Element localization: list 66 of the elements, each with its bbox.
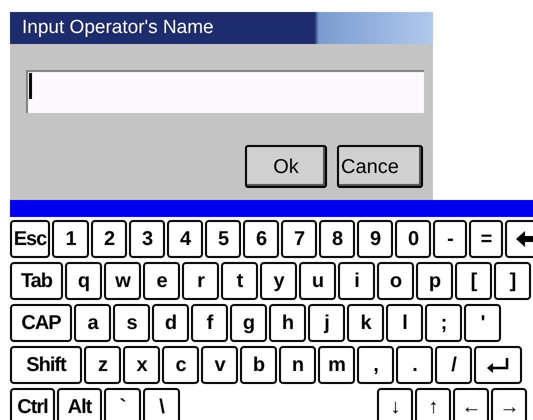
text-cursor: [29, 73, 32, 99]
keyboard-key[interactable]: j: [308, 304, 345, 342]
keyboard-key[interactable]: y: [260, 262, 297, 300]
keyboard-key[interactable]: i: [338, 262, 375, 300]
keyboard-key[interactable]: Tab: [10, 262, 63, 300]
keyboard-key[interactable]: 7: [281, 220, 317, 258]
keyboard-key[interactable]: e: [143, 262, 180, 300]
keyboard-key[interactable]: ;: [425, 304, 462, 342]
name-field[interactable]: [26, 70, 424, 113]
keyboard-key[interactable]: 4: [167, 220, 203, 258]
keyboard-key[interactable]: h: [269, 304, 306, 342]
keyboard-key[interactable]: o: [377, 262, 414, 300]
keyboard-key[interactable]: Esc: [10, 220, 50, 258]
keyboard-key[interactable]: w: [104, 262, 141, 300]
keyboard-key[interactable]: ,: [357, 346, 394, 384]
keyboard-key[interactable]: s: [113, 304, 150, 342]
ok-button[interactable]: Ok: [245, 145, 327, 188]
keyboard-key[interactable]: .: [396, 346, 433, 384]
enter-key[interactable]: [474, 346, 522, 384]
keyboard-key[interactable]: Alt: [57, 388, 102, 420]
keyboard-key[interactable]: v: [201, 346, 238, 384]
keyboard-key[interactable]: 3: [129, 220, 165, 258]
keyboard-key[interactable]: 8: [319, 220, 355, 258]
keyboard-key[interactable]: k: [347, 304, 384, 342]
keyboard-key[interactable]: m: [318, 346, 355, 384]
keyboard-key[interactable]: a: [74, 304, 111, 342]
keyboard-key[interactable]: t: [221, 262, 258, 300]
keyboard-key[interactable]: \: [143, 388, 180, 420]
keyboard-key[interactable]: q: [65, 262, 102, 300]
keyboard-key[interactable]: r: [182, 262, 219, 300]
keyboard-key[interactable]: z: [84, 346, 121, 384]
keyboard-key[interactable]: u: [299, 262, 336, 300]
keyboard-key[interactable]: [: [455, 262, 492, 300]
keyboard-key[interactable]: ←: [453, 388, 489, 420]
keyboard-key[interactable]: 6: [243, 220, 279, 258]
keyboard-key[interactable]: 0: [395, 220, 431, 258]
keyboard-key[interactable]: 2: [91, 220, 127, 258]
keyboard-key[interactable]: `: [104, 388, 141, 420]
keyboard-key[interactable]: ↓: [377, 388, 413, 420]
keyboard-key[interactable]: 1: [52, 220, 89, 258]
keyboard-key[interactable]: 9: [357, 220, 393, 258]
left-arrow-icon: [516, 230, 533, 248]
keyboard-key[interactable]: CAP: [10, 304, 72, 342]
cancel-button[interactable]: Cance: [337, 145, 423, 188]
backspace-key[interactable]: [505, 220, 533, 258]
keyboard-key[interactable]: -: [433, 220, 467, 258]
keyboard-key[interactable]: →: [491, 388, 527, 420]
keyboard-key[interactable]: c: [162, 346, 199, 384]
keyboard-key[interactable]: l: [386, 304, 423, 342]
keyboard-key[interactable]: 5: [205, 220, 241, 258]
window-title: Input Operator's Name: [22, 16, 214, 40]
keyboard-key[interactable]: x: [123, 346, 160, 384]
keyboard-key[interactable]: Ctrl: [10, 388, 55, 420]
keyboard-key[interactable]: ↑: [415, 388, 451, 420]
keyboard-key[interactable]: ': [464, 304, 501, 342]
keyboard-key[interactable]: d: [152, 304, 189, 342]
keyboard-key[interactable]: g: [230, 304, 267, 342]
return-icon: [487, 357, 509, 373]
keyboard-key[interactable]: Shift: [10, 346, 82, 384]
keyboard-key[interactable]: =: [469, 220, 503, 258]
keyboard-key[interactable]: ]: [494, 262, 531, 300]
keyboard-key[interactable]: f: [191, 304, 228, 342]
keyboard-key[interactable]: p: [416, 262, 453, 300]
keyboard-key[interactable]: b: [240, 346, 277, 384]
keyboard-key[interactable]: n: [279, 346, 316, 384]
keyboard-key[interactable]: /: [435, 346, 472, 384]
